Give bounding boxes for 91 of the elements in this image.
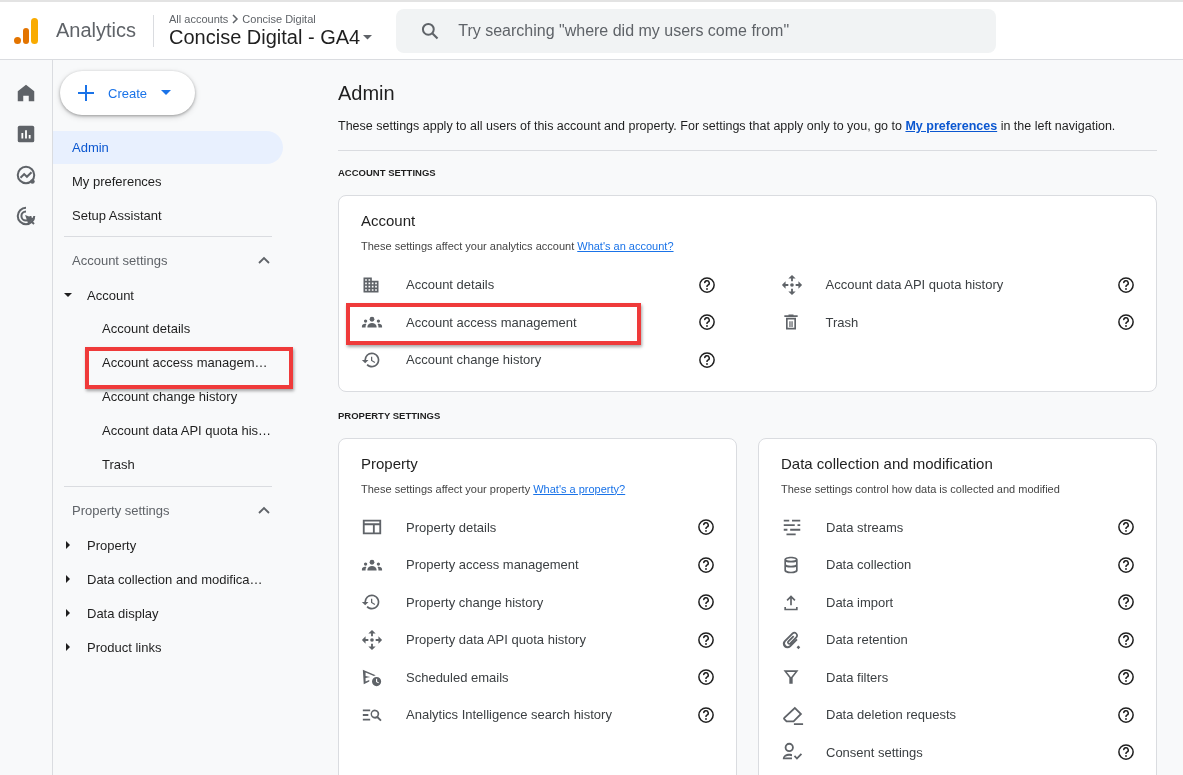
help-icon[interactable] — [1117, 668, 1135, 687]
settings-link[interactable]: Data retention — [826, 632, 1117, 648]
settings-link[interactable]: Scheduled emails — [406, 669, 697, 685]
breadcrumb-current: Concise Digital — [242, 12, 316, 25]
arrows-icon — [780, 273, 803, 296]
card-title: Account — [361, 212, 417, 229]
help-icon[interactable] — [697, 630, 715, 649]
help-icon[interactable] — [1117, 593, 1135, 612]
search-field[interactable]: Try searching "where did my users come from" — [456, 20, 981, 41]
caret-right-icon[interactable] — [64, 575, 72, 583]
caret-right-icon[interactable] — [64, 643, 72, 651]
bar-chart-icon[interactable] — [15, 123, 37, 145]
nav-group[interactable]: Data display — [87, 605, 159, 621]
app-name: Analytics — [56, 19, 137, 42]
help-icon[interactable] — [1117, 630, 1135, 649]
card-title: Property — [361, 454, 419, 472]
card-description: These settings affect your analytics account What's an account? — [361, 240, 675, 252]
settings-link[interactable]: Account change history — [406, 352, 698, 368]
chevron-right-icon — [230, 13, 241, 24]
settings-link[interactable]: Data collection — [826, 557, 1117, 573]
search-bar[interactable]: Try searching "where did my users come from" — [396, 8, 997, 53]
caret-icon — [362, 33, 375, 41]
settings-link[interactable]: Account details — [406, 277, 698, 293]
arrows-icon — [361, 628, 383, 651]
nav-group[interactable]: Product links — [87, 639, 162, 655]
create-button[interactable]: Create — [60, 71, 195, 115]
database-icon — [781, 554, 801, 575]
settings-link[interactable]: Analytics Intelligence search history — [406, 707, 697, 723]
help-icon[interactable] — [697, 555, 715, 574]
settings-link[interactable]: Data streams — [826, 519, 1117, 535]
settings-link[interactable]: Trash — [825, 314, 1117, 330]
card-title: Data collection and modification — [781, 454, 994, 472]
chevron-up-icon[interactable] — [258, 506, 270, 514]
page-description: These settings apply to all users of this account and property. For settings that apply only to you, go to My preferences in the left navigation. — [338, 119, 1157, 151]
nav-group[interactable]: Property — [87, 537, 137, 553]
help-link[interactable]: What's a property? — [533, 482, 626, 495]
nav-item[interactable]: Admin — [53, 131, 283, 164]
breadcrumb-link[interactable]: All accounts — [169, 12, 229, 25]
help-icon[interactable] — [697, 313, 716, 332]
target-cursor-icon[interactable] — [15, 205, 37, 227]
card-description: These settings affect your property What's a property? — [361, 482, 627, 495]
settings-link[interactable]: Property access management — [406, 557, 697, 573]
caret-right-icon[interactable] — [64, 541, 72, 549]
nav-item[interactable]: Account access managem… — [102, 355, 268, 370]
help-icon[interactable] — [1117, 275, 1135, 294]
settings-link[interactable]: Property details — [406, 519, 697, 535]
plus-icon — [78, 85, 94, 101]
help-link[interactable]: What's an account? — [577, 240, 674, 252]
help-icon[interactable] — [1117, 313, 1135, 332]
settings-link[interactable]: Consent settings — [826, 744, 1117, 760]
settings-link[interactable]: Data deletion requests — [826, 707, 1117, 723]
settings-link[interactable]: Account data API quota history — [825, 277, 1117, 293]
help-icon[interactable] — [697, 593, 715, 612]
section-heading: ACCOUNT SETTINGS — [338, 167, 437, 178]
settings-link[interactable]: Property change history — [406, 594, 697, 610]
help-icon[interactable] — [697, 275, 716, 294]
trend-icon[interactable] — [15, 164, 37, 186]
page-title: Admin — [338, 82, 396, 105]
nav-group[interactable]: Account — [87, 287, 134, 303]
search-icon — [420, 20, 441, 41]
nav-item[interactable]: Trash — [102, 457, 135, 472]
preferences-link[interactable]: My preferences — [905, 119, 998, 133]
help-icon[interactable] — [697, 350, 716, 369]
section-heading: PROPERTY SETTINGS — [338, 409, 442, 421]
help-icon[interactable] — [1117, 518, 1135, 537]
nav-item[interactable]: Setup Assistant — [53, 199, 283, 232]
settings-link[interactable]: Account access management — [406, 314, 698, 330]
section-title: Account settings — [72, 252, 168, 268]
card-description: These settings control how data is collected and modified — [781, 482, 1061, 495]
help-icon[interactable] — [697, 668, 715, 687]
caret-down-icon[interactable] — [64, 291, 72, 299]
home-icon[interactable] — [15, 82, 37, 104]
settings-link[interactable]: Data filters — [826, 669, 1117, 685]
nav-item[interactable]: Account details — [102, 321, 191, 336]
settings-link[interactable]: Data import — [826, 594, 1117, 610]
nav-item[interactable]: My preferences — [53, 165, 283, 198]
help-icon[interactable] — [1117, 743, 1135, 762]
help-icon[interactable] — [697, 705, 715, 724]
help-icon[interactable] — [1117, 555, 1135, 574]
nav-group[interactable]: Data collection and modifica… — [87, 571, 263, 587]
nav-item[interactable]: Account change history — [102, 389, 238, 404]
section-title: Property settings — [72, 502, 170, 518]
caret-right-icon[interactable] — [64, 609, 72, 617]
logo-icon — [14, 16, 38, 45]
caret-icon — [161, 90, 172, 96]
help-icon[interactable] — [1117, 705, 1135, 724]
chevron-up-icon[interactable] — [258, 256, 270, 264]
help-icon[interactable] — [697, 518, 715, 537]
nav-item[interactable]: Account data API quota his… — [102, 423, 272, 438]
property-selector[interactable]: Concise Digital - GA4 — [169, 25, 375, 49]
settings-link[interactable]: Property data API quota history — [406, 632, 697, 648]
